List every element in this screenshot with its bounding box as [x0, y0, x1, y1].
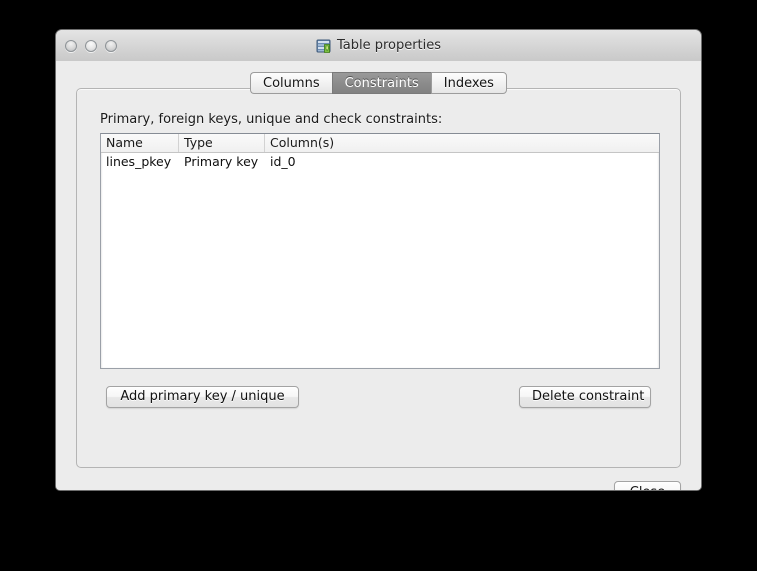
close-window-button[interactable] — [65, 39, 77, 52]
database-table-icon — [316, 39, 331, 53]
minimize-window-button[interactable] — [85, 39, 97, 52]
tab-columns[interactable]: Columns — [250, 72, 332, 94]
list-header-row: Name Type Column(s) — [101, 134, 659, 153]
window-title-group: Table properties — [56, 38, 701, 54]
tab-bar: Columns Constraints Indexes — [56, 72, 701, 96]
add-primary-key-unique-button[interactable]: Add primary key / unique — [106, 386, 299, 408]
table-properties-window: Table properties Columns Constraints Ind… — [56, 30, 701, 490]
tab-indexes[interactable]: Indexes — [430, 72, 507, 94]
constraints-panel: Primary, foreign keys, unique and check … — [76, 88, 681, 468]
zoom-window-button[interactable] — [105, 39, 117, 52]
close-button[interactable]: Close — [614, 481, 681, 490]
delete-constraint-button[interactable]: Delete constraint — [519, 386, 651, 408]
constraints-list[interactable]: Name Type Column(s) lines_pkey Primary k… — [100, 133, 660, 369]
window-titlebar[interactable]: Table properties — [56, 30, 701, 62]
list-item[interactable]: lines_pkey Primary key id_0 — [101, 153, 659, 171]
cell-columns: id_0 — [270, 154, 296, 169]
column-header-name[interactable]: Name — [101, 134, 179, 152]
window-controls — [65, 30, 117, 61]
cell-type: Primary key — [184, 154, 259, 169]
panel-description-label: Primary, foreign keys, unique and check … — [100, 112, 443, 127]
column-header-columns[interactable]: Column(s) — [265, 134, 659, 152]
tab-constraints[interactable]: Constraints — [331, 72, 431, 94]
window-body: Columns Constraints Indexes Primary, for… — [56, 61, 701, 490]
cell-name: lines_pkey — [106, 154, 172, 169]
column-header-type[interactable]: Type — [179, 134, 265, 152]
window-title: Table properties — [336, 38, 442, 53]
